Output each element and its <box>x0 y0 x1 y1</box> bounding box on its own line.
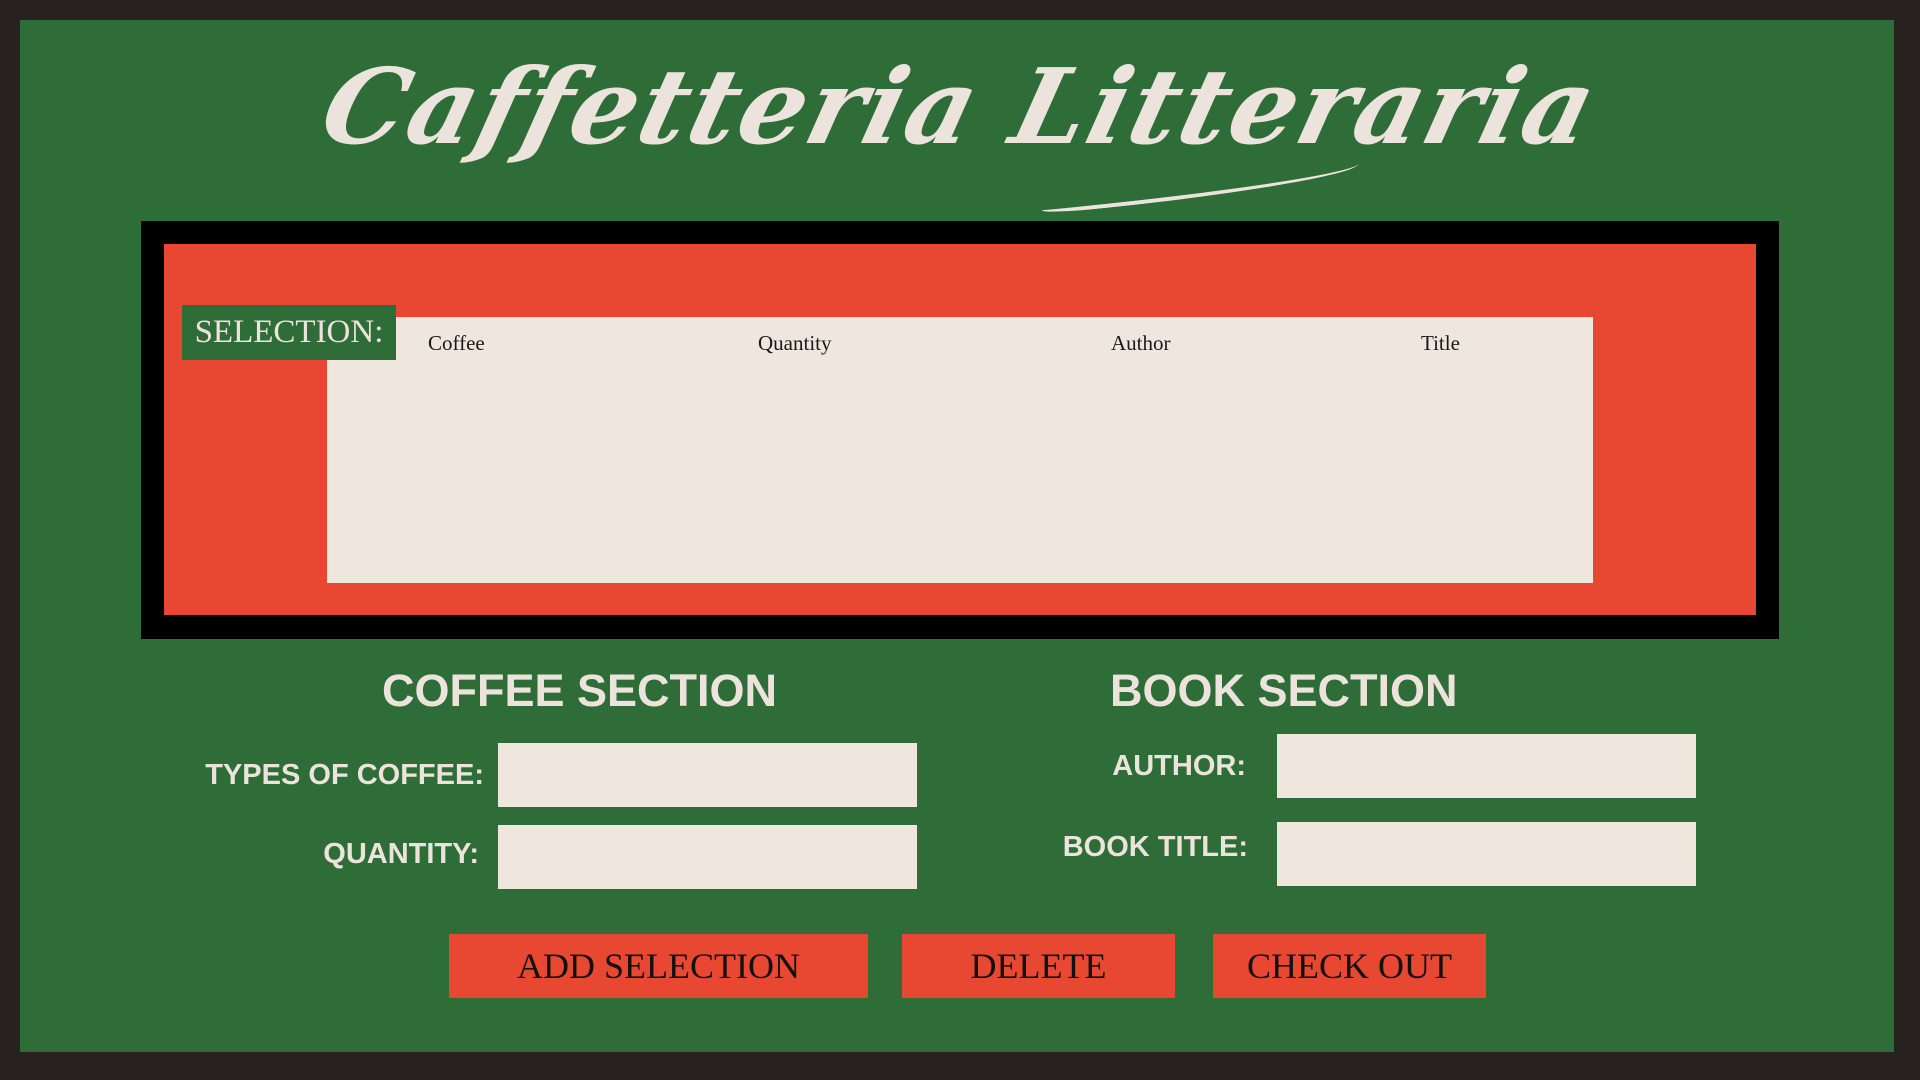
quantity-input[interactable] <box>498 825 917 889</box>
column-header-coffee: Coffee <box>428 331 485 355</box>
column-header-author: Author <box>1111 331 1171 355</box>
selection-label: SELECTION: <box>182 305 396 360</box>
column-header-title: Title <box>1421 331 1460 355</box>
column-header-quantity: Quantity <box>758 331 832 355</box>
quantity-label: QUANTITY: <box>323 838 479 870</box>
coffee-section-heading: COFFEE SECTION <box>382 665 778 716</box>
book-section-heading: BOOK SECTION <box>1110 665 1458 716</box>
author-label: AUTHOR: <box>1112 750 1246 782</box>
book-title-label: BOOK TITLE: <box>1062 831 1248 863</box>
app-title: Caffetteria Litteraria <box>310 45 1610 168</box>
add-selection-button[interactable]: ADD SELECTION <box>449 934 868 998</box>
selection-list[interactable]: Coffee Quantity Author Title <box>327 317 1593 583</box>
author-input[interactable] <box>1277 734 1696 798</box>
check-out-button[interactable]: CHECK OUT <box>1213 934 1486 998</box>
coffee-type-input[interactable] <box>498 743 917 807</box>
coffee-type-label: TYPES OF COFFEE: <box>205 759 484 791</box>
book-title-input[interactable] <box>1277 822 1696 886</box>
delete-button[interactable]: DELETE <box>902 934 1175 998</box>
